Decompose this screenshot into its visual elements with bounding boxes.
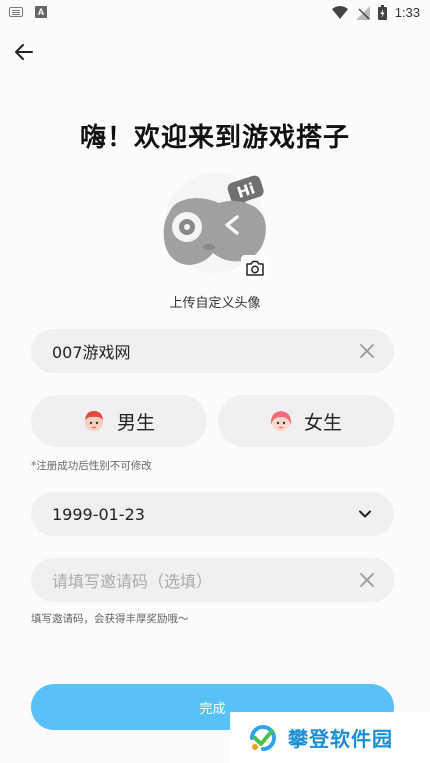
wifi-icon	[331, 5, 348, 19]
girl-avatar-icon	[270, 411, 292, 431]
gender-female-button[interactable]: 女生	[218, 395, 394, 447]
arrow-left-icon	[15, 44, 33, 60]
invite-hint: 填写邀请码，会获得丰厚奖励哦～	[31, 613, 189, 625]
keyboard-icon	[9, 7, 23, 17]
invite-code-field[interactable]: 请填写邀请码（选填）	[31, 558, 394, 602]
avatar-upload-label[interactable]: 上传自定义头像	[0, 292, 430, 311]
camera-icon[interactable]	[245, 260, 265, 276]
birthday-value[interactable]: 1999-01-23	[52, 505, 145, 524]
gender-male-label: 男生	[116, 411, 155, 434]
gender-hint: *注册成功后性别不可修改	[31, 460, 152, 472]
nickname-value[interactable]: 007游戏网	[52, 339, 131, 363]
close-icon[interactable]	[358, 342, 376, 360]
watermark-text: 攀登软件园	[288, 727, 393, 751]
submit-button-label: 完成	[199, 701, 226, 717]
avatar-upload[interactable]: Hi	[155, 173, 273, 285]
birthday-field[interactable]: 1999-01-23	[31, 492, 394, 536]
a-notification-icon: A	[35, 6, 47, 18]
watermark: 攀登软件园	[230, 712, 430, 763]
boy-avatar-icon	[84, 411, 103, 431]
back-button[interactable]	[12, 40, 36, 64]
gender-male-button[interactable]: 男生	[31, 395, 207, 447]
signal-icon	[355, 5, 370, 20]
status-bar: A 1:33	[0, 0, 430, 28]
page-title: 嗨！欢迎来到游戏搭子	[79, 123, 350, 153]
nickname-field[interactable]: 007游戏网	[31, 329, 394, 373]
battery-icon	[377, 5, 387, 20]
watermark-logo	[250, 724, 276, 751]
close-icon[interactable]	[358, 571, 376, 589]
chevron-down-icon[interactable]	[358, 508, 372, 520]
gender-female-label: 女生	[303, 411, 342, 434]
status-time: 1:33	[394, 5, 420, 20]
invite-code-placeholder[interactable]: 请填写邀请码（选填）	[52, 568, 212, 592]
